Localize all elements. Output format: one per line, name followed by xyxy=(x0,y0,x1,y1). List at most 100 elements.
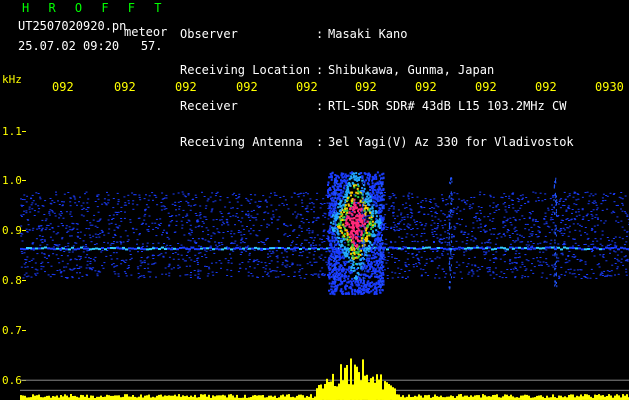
vertical-streak xyxy=(380,184,382,187)
carrier-segment xyxy=(584,248,587,251)
noise-speck xyxy=(584,263,587,265)
noise-speck xyxy=(63,251,66,252)
meteor-echo-speck xyxy=(348,256,350,259)
noise-speck xyxy=(133,194,136,196)
noise-speck xyxy=(146,245,149,247)
noise-speck xyxy=(400,268,403,270)
noise-speck xyxy=(89,268,92,270)
carrier-segment xyxy=(203,247,206,250)
noise-speck xyxy=(367,215,370,217)
noise-speck xyxy=(453,225,456,227)
meteor-echo-speck xyxy=(335,217,338,220)
carrier-segment xyxy=(434,247,437,250)
noise-speck xyxy=(487,250,490,252)
carrier-segment xyxy=(278,247,281,249)
power-trace-bar xyxy=(140,394,142,400)
meteor-echo-speck xyxy=(343,277,346,280)
meteor-echo-speck xyxy=(368,263,370,266)
noise-speck xyxy=(107,202,110,204)
carrier-segment xyxy=(281,247,284,249)
noise-speck xyxy=(82,240,85,242)
meteor-echo-speck xyxy=(333,250,336,253)
noise-speck xyxy=(549,219,552,221)
noise-speck xyxy=(390,205,393,207)
noise-speck xyxy=(394,218,396,220)
noise-speck xyxy=(190,229,193,231)
noise-speck xyxy=(76,235,79,237)
noise-speck xyxy=(558,277,561,279)
noise-speck xyxy=(37,205,40,207)
meteor-echo-speck xyxy=(337,249,339,252)
noise-speck xyxy=(433,207,436,209)
noise-speck xyxy=(31,202,34,204)
noise-speck xyxy=(247,216,250,218)
meteor-echo-speck xyxy=(339,272,342,275)
noise-speck xyxy=(560,219,563,221)
noise-speck xyxy=(500,196,503,198)
meteor-echo-speck xyxy=(351,173,354,176)
meteor-echo-speck xyxy=(336,284,339,287)
noise-speck xyxy=(266,274,269,276)
noise-speck xyxy=(514,257,516,259)
noise-speck xyxy=(281,274,284,276)
noise-speck xyxy=(164,267,167,269)
noise-speck xyxy=(545,258,548,260)
power-trace-bar xyxy=(490,396,492,400)
power-trace-bar xyxy=(478,395,480,400)
noise-speck xyxy=(164,197,167,199)
carrier-segment xyxy=(125,248,128,251)
vertical-streak xyxy=(364,220,366,223)
meteor-echo-speck xyxy=(353,184,355,187)
power-trace-bar xyxy=(200,394,202,400)
noise-speck xyxy=(297,196,300,198)
noise-speck xyxy=(110,258,113,260)
noise-speck xyxy=(68,226,71,228)
meteor-echo-speck xyxy=(345,183,348,186)
noise-speck xyxy=(299,269,301,271)
noise-speck xyxy=(588,195,591,197)
meteor-echo-speck xyxy=(343,246,346,249)
carrier-segment xyxy=(155,247,158,250)
power-trace-bar xyxy=(594,394,596,400)
meteor-echo-speck xyxy=(353,267,356,269)
noise-speck xyxy=(82,202,85,204)
noise-speck xyxy=(593,255,596,257)
noise-speck xyxy=(241,210,244,212)
noise-speck xyxy=(31,229,34,231)
noise-speck xyxy=(175,220,178,222)
noise-speck xyxy=(124,262,127,263)
meteor-echo-speck xyxy=(347,243,350,246)
noise-speck xyxy=(603,270,606,272)
carrier-segment xyxy=(80,246,83,249)
noise-speck xyxy=(125,275,128,277)
noise-speck xyxy=(272,252,275,254)
vertical-streak xyxy=(379,253,381,256)
power-trace-bar xyxy=(588,395,590,400)
meteor-echo-speck xyxy=(338,226,341,229)
noise-speck xyxy=(63,266,65,268)
noise-speck xyxy=(243,249,246,251)
noise-speck xyxy=(516,197,519,199)
noise-speck xyxy=(480,212,482,214)
noise-speck xyxy=(594,202,597,204)
vertical-streak xyxy=(379,248,381,251)
noise-speck xyxy=(544,212,547,214)
noise-speck xyxy=(439,239,442,240)
noise-speck xyxy=(78,201,80,203)
meteor-echo-speck xyxy=(338,258,341,261)
noise-speck xyxy=(601,209,604,211)
noise-speck xyxy=(613,193,616,194)
noise-speck xyxy=(68,251,71,253)
noise-speck xyxy=(20,235,23,237)
meteor-echo-speck xyxy=(373,177,375,180)
meteor-echo-speck xyxy=(333,252,336,255)
power-trace-bar xyxy=(398,394,400,400)
noise-speck xyxy=(240,221,242,223)
noise-speck xyxy=(393,229,396,231)
noise-speck xyxy=(200,245,203,247)
power-trace-bar xyxy=(192,396,194,400)
carrier-segment xyxy=(275,246,278,249)
vertical-streak xyxy=(334,240,336,243)
noise-speck xyxy=(492,218,495,220)
noise-speck xyxy=(187,251,189,253)
